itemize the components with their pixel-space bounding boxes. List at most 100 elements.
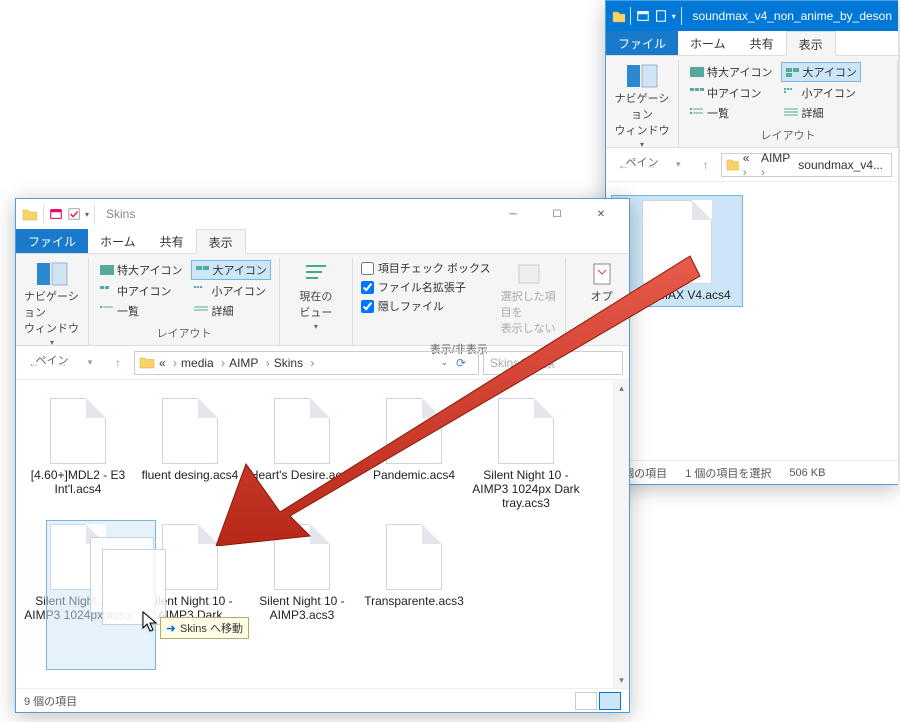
breadcrumb-segment[interactable]: media: [181, 356, 225, 370]
file-item[interactable]: fluent desing.acs4: [134, 394, 246, 514]
view-large-icons[interactable]: 大アイコン: [781, 62, 860, 82]
navigation-pane-button[interactable]: ナビゲーション ウィンドウ ▾: [614, 62, 670, 149]
tab-share[interactable]: 共有: [738, 31, 786, 55]
nav-recent-button[interactable]: ▾: [667, 159, 690, 170]
checkbox-item-checkboxes[interactable]: 項目チェック ボックス: [361, 260, 491, 276]
view-extra-large-icons[interactable]: 特大アイコン: [97, 261, 185, 279]
explorer-window-source[interactable]: ▾ soundmax_v4_non_anime_by_deson ファイル ホー…: [605, 0, 898, 485]
scroll-up-button[interactable]: ▴: [614, 380, 629, 396]
panes-icon: [626, 64, 658, 88]
tab-home[interactable]: ホーム: [88, 229, 148, 253]
nav-forward-button: →: [50, 356, 74, 370]
view-large-icons[interactable]: 大アイコン: [191, 260, 270, 280]
checkbox-hidden-files[interactable]: 隠しファイル: [361, 298, 491, 314]
view-extra-large-icons[interactable]: 特大アイコン: [687, 63, 775, 81]
tab-view[interactable]: 表示: [786, 31, 836, 56]
tab-share[interactable]: 共有: [148, 229, 196, 253]
file-label: fluent desing.acs4: [142, 468, 239, 482]
folder-icon: [612, 9, 625, 23]
view-details-button[interactable]: [575, 692, 597, 710]
titlebar[interactable]: ▾ Skins ─ ☐ ✕: [16, 199, 629, 229]
view-medium-icons[interactable]: 中アイコン: [687, 84, 775, 102]
view-details[interactable]: 詳細: [191, 302, 270, 320]
options-button[interactable]: オプ: [574, 260, 630, 304]
breadcrumb-segment[interactable]: soundmax_v4...: [798, 158, 887, 172]
explorer-window-target[interactable]: ▾ Skins ─ ☐ ✕ ファイル ホーム 共有 表示 ナビゲーション ウィン…: [15, 198, 630, 713]
view-details[interactable]: 詳細: [781, 104, 860, 122]
nav-up-button[interactable]: ↑: [694, 158, 717, 172]
file-item[interactable]: [4.60+]MDL2 - E3 Int'l.acs4: [22, 394, 134, 514]
view-medium-icons[interactable]: 中アイコン: [97, 282, 185, 300]
view-icons-button[interactable]: [599, 692, 621, 710]
hide-selected-button: 選択した項目を 表示しない: [501, 260, 557, 336]
breadcrumb-segment[interactable]: Skins: [274, 356, 315, 370]
titlebar[interactable]: ▾ soundmax_v4_non_anime_by_deson: [606, 1, 898, 31]
current-view-button[interactable]: 現在の ビュー ▾: [288, 260, 344, 331]
breadcrumb-segment[interactable]: AIMP: [761, 151, 794, 179]
statusbar: 9 個の項目: [16, 688, 629, 712]
address-bar[interactable]: « media AIMP Skins ⌄ ⟳: [134, 351, 479, 375]
view-list[interactable]: 一覧: [97, 302, 185, 320]
file-label: Silent Night 10 - AIMP3 1024px.acs3: [24, 594, 132, 622]
breadcrumb-segment[interactable]: AIMP: [229, 356, 270, 370]
qat-icon[interactable]: [636, 9, 650, 23]
tab-file[interactable]: ファイル: [606, 31, 678, 55]
chevron-down-icon: ▾: [50, 338, 54, 347]
file-list-area[interactable]: SoundMAX V4.acs4: [606, 182, 898, 460]
file-label: Transparente.acs3: [364, 594, 464, 608]
qat-icon[interactable]: [654, 9, 668, 23]
nav-back-button[interactable]: ←: [22, 356, 46, 370]
file-item[interactable]: Pandemic.acs4: [358, 394, 470, 514]
qat-checkbox-icon[interactable]: [67, 207, 81, 221]
view-small-icons[interactable]: 小アイコン: [781, 84, 860, 102]
close-button[interactable]: ✕: [579, 199, 623, 229]
address-bar[interactable]: « AIMP soundmax_v4...: [721, 153, 892, 177]
drop-tooltip: Skins へ移動: [160, 617, 249, 639]
panes-icon: [36, 262, 68, 286]
qat-icon[interactable]: [49, 207, 63, 221]
file-icon: [50, 398, 106, 464]
maximize-button[interactable]: ☐: [535, 199, 579, 229]
file-list-area[interactable]: [4.60+]MDL2 - E3 Int'l.acs4 fluent desin…: [16, 380, 629, 688]
file-icon: [274, 398, 330, 464]
chevron-down-icon[interactable]: ▾: [672, 12, 676, 21]
minimize-button[interactable]: ─: [491, 199, 535, 229]
statusbar: 1 個の項目 1 個の項目を選択 506 KB: [606, 460, 898, 484]
file-icon: [50, 524, 106, 590]
ribbon: ナビゲーション ウィンドウ ▾ ペイン 特大アイコン 大アイコン 中アイコン 小…: [606, 56, 898, 148]
search-box[interactable]: Skinsの検索: [483, 351, 623, 375]
file-item[interactable]: Silent Night 10 - AIMP3.acs3: [246, 520, 358, 640]
options-icon: [586, 262, 618, 286]
nav-forward-button: →: [639, 158, 662, 172]
scroll-down-button[interactable]: ▾: [614, 672, 629, 688]
folder-icon: [22, 207, 38, 221]
breadcrumb-segment[interactable]: «: [743, 151, 757, 179]
nav-recent-button[interactable]: ▾: [78, 357, 102, 368]
file-icon: [386, 398, 442, 464]
tab-file[interactable]: ファイル: [16, 229, 88, 253]
quick-access-toolbar[interactable]: ▾: [636, 9, 676, 23]
chevron-down-icon: ▾: [314, 322, 318, 331]
checkbox-file-extensions[interactable]: ファイル名拡張子: [361, 279, 491, 295]
file-item[interactable]: Silent Night 10 - AIMP3 1024px.acs3: [22, 520, 134, 640]
window-title: Skins: [106, 207, 491, 221]
chevron-down-icon[interactable]: ▾: [85, 210, 89, 219]
file-item[interactable]: Heart's Desire.acs3: [246, 394, 358, 514]
chevron-down-icon[interactable]: ⌄: [440, 357, 448, 368]
nav-up-button[interactable]: ↑: [106, 356, 130, 370]
navigation-pane-button[interactable]: ナビゲーション ウィンドウ ▾: [24, 260, 80, 347]
view-list[interactable]: 一覧: [687, 104, 775, 122]
scrollbar[interactable]: ▴ ▾: [613, 380, 629, 688]
refresh-button[interactable]: ⟳: [456, 356, 474, 370]
nav-back-button[interactable]: ←: [612, 158, 635, 172]
file-label: Silent Night 10 - AIMP3.acs3: [248, 594, 356, 622]
quick-access-toolbar[interactable]: ▾: [49, 207, 89, 221]
file-label: Pandemic.acs4: [373, 468, 455, 482]
tab-view[interactable]: 表示: [196, 229, 246, 254]
file-item[interactable]: Silent Night 10 - AIMP3 1024px Dark tray…: [470, 394, 582, 514]
breadcrumb-segment[interactable]: «: [159, 356, 177, 370]
tab-home[interactable]: ホーム: [678, 31, 738, 55]
view-small-icons[interactable]: 小アイコン: [191, 282, 270, 300]
file-item[interactable]: Transparente.acs3: [358, 520, 470, 640]
file-label: Heart's Desire.acs3: [250, 468, 354, 482]
